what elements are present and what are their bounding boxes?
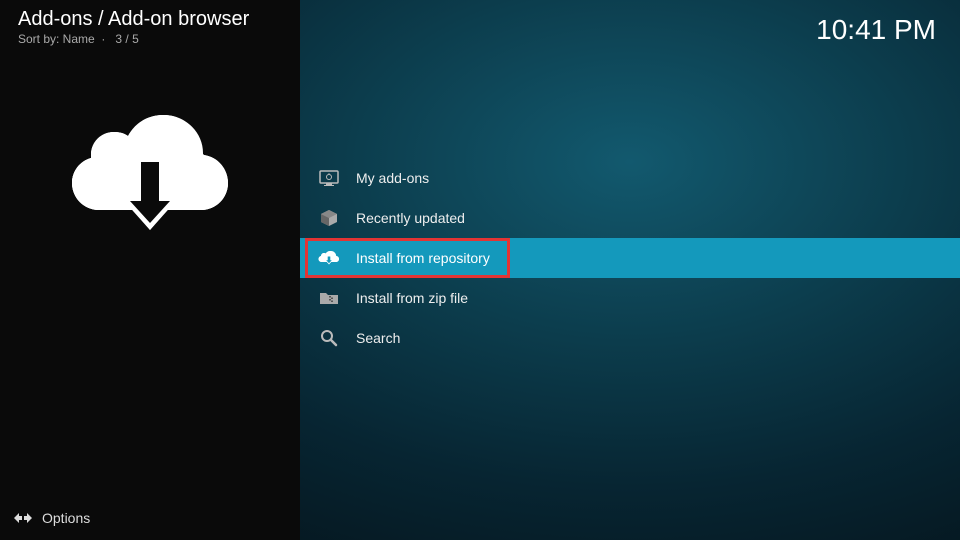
position-indicator: 3 / 5: [115, 32, 138, 46]
page-title: Add-ons / Add-on browser: [18, 8, 282, 31]
sort-info: Sort by: Name · 3 / 5: [18, 32, 282, 46]
arrows-horizontal-icon: [14, 511, 32, 525]
clock: 10:41 PM: [816, 14, 936, 46]
options-label: Options: [42, 510, 90, 526]
menu-item-install-repository[interactable]: Install from repository: [300, 238, 960, 278]
monitor-icon: [318, 167, 340, 189]
menu-list: My add-ons Recently updated: [300, 158, 960, 358]
menu-item-label: Search: [356, 330, 400, 346]
sidebar: Add-ons / Add-on browser Sort by: Name ·…: [0, 0, 300, 540]
zip-folder-icon: [318, 287, 340, 309]
menu-item-label: Install from zip file: [356, 290, 468, 306]
menu-item-search[interactable]: Search: [300, 318, 960, 358]
menu-item-recently-updated[interactable]: Recently updated: [300, 198, 960, 238]
box-icon: [318, 207, 340, 229]
main-content: 10:41 PM My add-ons: [300, 0, 960, 540]
menu-item-install-zip[interactable]: Install from zip file: [300, 278, 960, 318]
cloud-download-large-icon: [65, 105, 235, 235]
menu-item-my-addons[interactable]: My add-ons: [300, 158, 960, 198]
cloud-download-icon: [318, 247, 340, 269]
search-icon: [318, 327, 340, 349]
sort-label: Sort by: Name: [18, 32, 95, 46]
category-icon-container: [65, 105, 235, 235]
options-button[interactable]: Options: [14, 510, 90, 526]
menu-item-label: My add-ons: [356, 170, 429, 186]
menu-item-label: Recently updated: [356, 210, 465, 226]
menu-item-label: Install from repository: [356, 250, 490, 266]
header: Add-ons / Add-on browser Sort by: Name ·…: [0, 0, 300, 50]
